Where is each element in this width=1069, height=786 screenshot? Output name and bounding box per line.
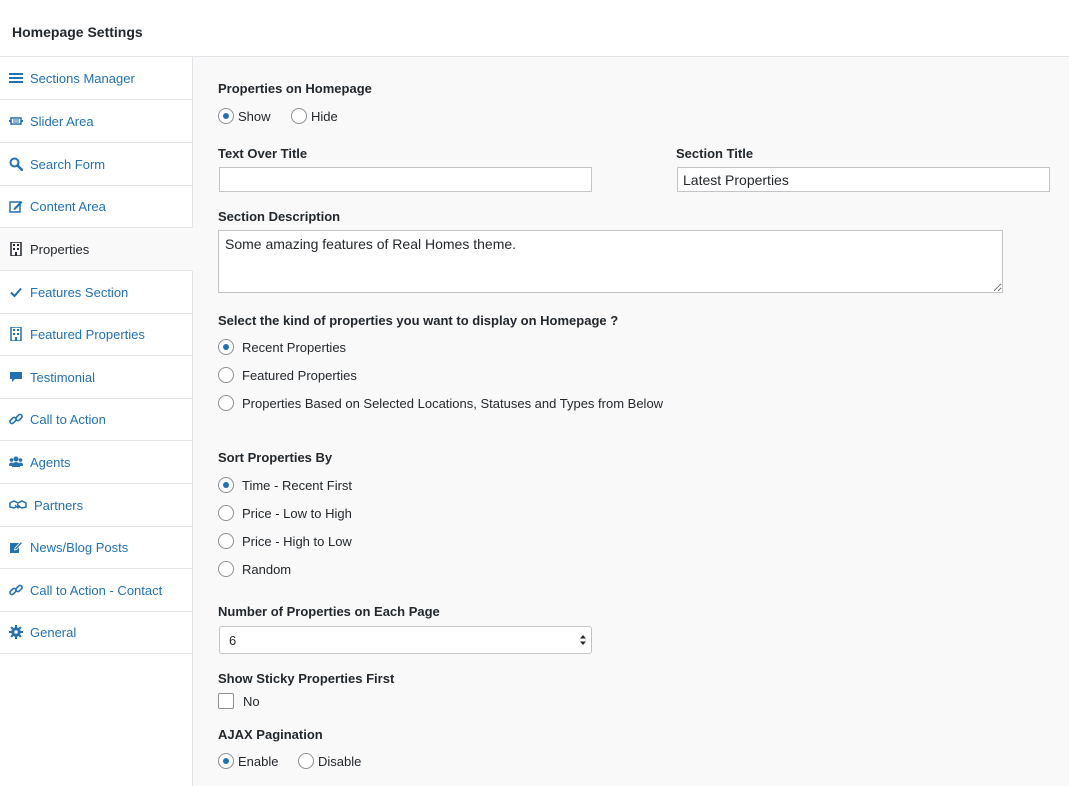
sidebar-item-search-form[interactable]: Search Form <box>0 143 192 186</box>
sort-price-low-option[interactable]: Price - Low to High <box>218 505 352 521</box>
sidebar-item-slider-area[interactable]: Slider Area <box>0 100 192 143</box>
selected-locations-label: Properties Based on Selected Locations, … <box>242 395 664 411</box>
per-page-label: Number of Properties on Each Page <box>218 604 440 619</box>
sections-sidebar: Sections Manager Slider Area Search Form… <box>0 57 193 786</box>
menu-icon <box>9 71 23 85</box>
show-radio[interactable] <box>218 108 234 124</box>
text-over-title-label: Text Over Title <box>218 146 308 161</box>
property-kind-label: Select the kind of properties you want t… <box>218 313 619 328</box>
edit-icon <box>9 199 23 213</box>
sidebar-item-label: Call to Action - Contact <box>30 582 163 598</box>
ajax-disable-radio[interactable] <box>298 753 314 769</box>
sidebar-item-label: Sections Manager <box>30 70 135 86</box>
featured-properties-radio[interactable] <box>218 367 234 383</box>
sticky-no-option[interactable]: No <box>218 693 260 709</box>
sidebar-item-label: News/Blog Posts <box>30 539 129 555</box>
section-description-textarea[interactable]: Some amazing features of Real Homes them… <box>218 230 1003 293</box>
page-header: Homepage Settings <box>0 0 1069 57</box>
sidebar-item-sections-manager[interactable]: Sections Manager <box>0 57 192 100</box>
sort-properties-label: Sort Properties By <box>218 450 333 465</box>
selected-locations-radio[interactable] <box>218 395 234 411</box>
sort-price-high-label: Price - High to Low <box>242 533 352 549</box>
users-icon <box>9 455 23 469</box>
sidebar-item-label: Testimonial <box>30 369 96 385</box>
link-icon <box>9 583 23 597</box>
search-icon <box>9 157 23 171</box>
handshake-icon <box>9 498 27 512</box>
section-title-label: Section Title <box>676 146 754 161</box>
ajax-enable-radio[interactable] <box>218 753 234 769</box>
sidebar-item-properties[interactable]: Properties <box>0 228 193 271</box>
sidebar-item-features-section[interactable]: Features Section <box>0 271 192 314</box>
recent-properties-option[interactable]: Recent Properties <box>218 339 346 355</box>
sidebar-item-label: Slider Area <box>30 113 94 129</box>
hide-radio[interactable] <box>291 108 307 124</box>
sidebar-item-label: Features Section <box>30 284 129 300</box>
sidebar-item-label: Content Area <box>30 198 106 214</box>
link-icon <box>9 412 23 426</box>
sort-random-label: Random <box>242 561 292 577</box>
selected-locations-option[interactable]: Properties Based on Selected Locations, … <box>218 395 663 411</box>
sidebar-item-news-blog-posts[interactable]: News/Blog Posts <box>0 526 192 569</box>
per-page-value: 6 <box>229 632 237 648</box>
comment-icon <box>9 370 23 384</box>
building-icon <box>9 327 23 341</box>
gear-icon <box>9 625 23 639</box>
sort-random-radio[interactable] <box>218 561 234 577</box>
sidebar-item-label: Agents <box>30 454 71 470</box>
edit-note-icon <box>9 540 23 554</box>
sort-random-option[interactable]: Random <box>218 561 291 577</box>
show-radio-label: Show <box>238 108 271 124</box>
sidebar-item-label: Call to Action <box>30 411 106 427</box>
section-title-input[interactable] <box>677 167 1050 192</box>
sort-time-option[interactable]: Time - Recent First <box>218 477 352 493</box>
sidebar-item-agents[interactable]: Agents <box>0 441 192 484</box>
sidebar-item-label: Search Form <box>30 156 106 172</box>
select-arrows-icon <box>580 635 586 645</box>
sidebar-item-content-area[interactable]: Content Area <box>0 185 192 228</box>
sidebar-item-call-to-action[interactable]: Call to Action <box>0 398 192 441</box>
featured-properties-option[interactable]: Featured Properties <box>218 367 357 383</box>
sidebar-item-label: General <box>30 624 77 640</box>
building-icon <box>9 242 23 256</box>
sort-price-low-radio[interactable] <box>218 505 234 521</box>
ajax-disable-label: Disable <box>318 753 362 769</box>
sidebar-item-call-to-action-contact[interactable]: Call to Action - Contact <box>0 569 192 612</box>
sort-time-radio[interactable] <box>218 477 234 493</box>
sticky-label: Show Sticky Properties First <box>218 671 395 686</box>
section-description-label: Section Description <box>218 209 341 224</box>
sort-price-low-label: Price - Low to High <box>242 505 352 521</box>
sidebar-item-label: Properties <box>30 241 90 257</box>
show-radio-option[interactable]: Show <box>218 108 271 124</box>
sidebar-item-testimonial[interactable]: Testimonial <box>0 356 192 399</box>
sidebar-item-label: Featured Properties <box>30 326 145 342</box>
ajax-enable-label: Enable <box>238 753 279 769</box>
ajax-pagination-label: AJAX Pagination <box>218 727 323 742</box>
hide-radio-label: Hide <box>311 108 338 124</box>
checkmark-icon <box>9 285 23 299</box>
text-over-title-input[interactable] <box>219 167 592 192</box>
sort-price-high-option[interactable]: Price - High to Low <box>218 533 352 549</box>
featured-properties-label: Featured Properties <box>242 367 357 383</box>
sticky-checkbox[interactable] <box>218 693 234 709</box>
sticky-no-label: No <box>243 693 260 709</box>
sort-price-high-radio[interactable] <box>218 533 234 549</box>
sidebar-item-partners[interactable]: Partners <box>0 484 192 527</box>
sidebar-item-featured-properties[interactable]: Featured Properties <box>0 313 192 356</box>
hide-radio-option[interactable]: Hide <box>291 108 338 124</box>
recent-properties-label: Recent Properties <box>242 339 347 355</box>
page-title: Homepage Settings <box>12 24 143 40</box>
settings-panel: Properties on Homepage Show Hide Text Ov… <box>193 57 1069 786</box>
properties-on-homepage-label: Properties on Homepage <box>218 81 372 96</box>
sidebar-item-general[interactable]: General <box>0 611 192 654</box>
ajax-disable-option[interactable]: Disable <box>298 753 361 769</box>
ajax-enable-option[interactable]: Enable <box>218 753 278 769</box>
recent-properties-radio[interactable] <box>218 339 234 355</box>
per-page-select[interactable]: 6 <box>219 626 592 654</box>
sidebar-item-label: Partners <box>34 497 84 513</box>
slider-icon <box>9 114 23 128</box>
sort-time-label: Time - Recent First <box>242 477 353 493</box>
